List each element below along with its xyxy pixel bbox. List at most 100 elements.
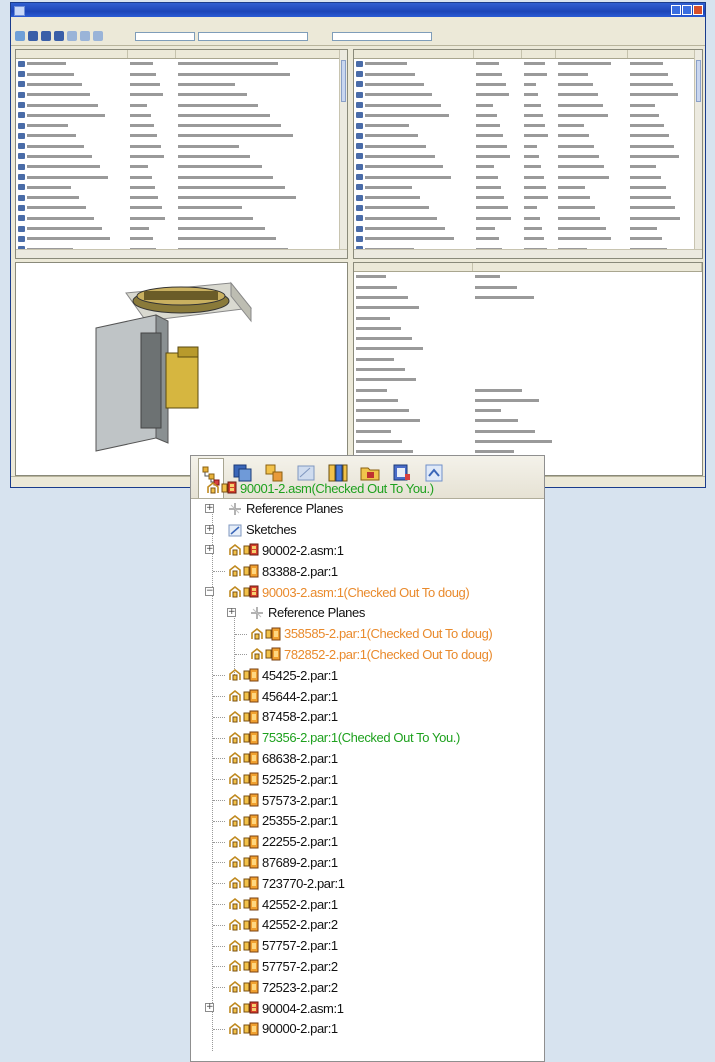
- grid-row[interactable]: [354, 141, 702, 151]
- property-row[interactable]: [354, 365, 702, 375]
- grid-row[interactable]: [16, 59, 347, 69]
- property-row[interactable]: [354, 313, 702, 323]
- horizontal-scrollbar[interactable]: [16, 249, 347, 258]
- property-row[interactable]: [354, 406, 702, 416]
- grid-row[interactable]: [354, 131, 702, 141]
- tree-node[interactable]: 83388-2.par:1: [213, 560, 338, 582]
- tree-node[interactable]: + Reference Planes: [227, 602, 365, 624]
- grid-row[interactable]: [16, 69, 347, 79]
- property-row[interactable]: [354, 303, 702, 313]
- horizontal-scrollbar[interactable]: [354, 249, 702, 258]
- tree-node[interactable]: 72523-2.par:2: [213, 976, 338, 998]
- grid-row[interactable]: [354, 80, 702, 90]
- expand-toggle[interactable]: +: [205, 503, 214, 513]
- grid-row[interactable]: [16, 131, 347, 141]
- maximize-button[interactable]: [682, 5, 692, 15]
- expand-toggle[interactable]: +: [205, 1003, 214, 1012]
- expand-toggle[interactable]: +: [227, 607, 236, 617]
- grid-row[interactable]: [16, 234, 347, 244]
- grid-row[interactable]: [354, 193, 702, 203]
- grid-row[interactable]: [16, 193, 347, 203]
- grid-row[interactable]: [16, 110, 347, 120]
- minimize-button[interactable]: [671, 5, 681, 15]
- grid-row[interactable]: [354, 183, 702, 193]
- property-row[interactable]: [354, 323, 702, 333]
- property-row[interactable]: [354, 293, 702, 303]
- close-button[interactable]: [693, 5, 703, 15]
- grid-row[interactable]: [16, 224, 347, 234]
- tree-node[interactable]: 90000-2.par:1: [213, 1018, 338, 1040]
- grid-row[interactable]: [16, 183, 347, 193]
- tree-node[interactable]: + Sketches: [205, 519, 297, 541]
- toolbar-icon[interactable]: [28, 31, 38, 41]
- property-row[interactable]: [354, 437, 702, 447]
- grid-row[interactable]: [16, 172, 347, 182]
- filter-combo[interactable]: [332, 31, 432, 41]
- tree-node[interactable]: 723770-2.par:1: [213, 872, 345, 894]
- property-row[interactable]: [354, 416, 702, 426]
- toolbar-icon[interactable]: [41, 31, 51, 41]
- property-row[interactable]: [354, 272, 702, 282]
- grid-row[interactable]: [16, 162, 347, 172]
- grid-row[interactable]: [354, 162, 702, 172]
- grid-row[interactable]: [16, 121, 347, 131]
- property-row[interactable]: [354, 344, 702, 354]
- property-row[interactable]: [354, 282, 702, 292]
- tree-node[interactable]: 782852-2.par:1(Checked Out To doug): [235, 643, 493, 665]
- toolbar-icon[interactable]: [93, 31, 103, 41]
- grid-row[interactable]: [16, 203, 347, 213]
- tree-node[interactable]: 57757-2.par:1: [213, 935, 338, 957]
- tree-node[interactable]: 68638-2.par:1: [213, 747, 338, 769]
- property-row[interactable]: [354, 385, 702, 395]
- expand-toggle[interactable]: +: [205, 545, 214, 555]
- tree-node[interactable]: 87458-2.par:1: [213, 706, 338, 728]
- vertical-scrollbar[interactable]: [339, 50, 347, 250]
- tree-node[interactable]: +90002-2.asm:1: [205, 539, 344, 561]
- tree-node[interactable]: − 90003-2.asm:1(Checked Out To doug): [205, 581, 470, 603]
- tree-node[interactable]: 57757-2.par:2: [213, 955, 338, 977]
- property-row[interactable]: [354, 426, 702, 436]
- tree-node[interactable]: 45644-2.par:1: [213, 685, 338, 707]
- grid-row[interactable]: [354, 110, 702, 120]
- grid-row[interactable]: [354, 152, 702, 162]
- grid-row[interactable]: [16, 213, 347, 223]
- collapse-toggle[interactable]: −: [205, 587, 214, 596]
- toolbar-icon[interactable]: [15, 31, 25, 41]
- search-combo[interactable]: [198, 31, 308, 41]
- grid-row[interactable]: [16, 100, 347, 110]
- property-row[interactable]: [354, 396, 702, 406]
- grid-row[interactable]: [354, 234, 702, 244]
- tree-node[interactable]: 45425-2.par:1: [213, 664, 338, 686]
- tree-node[interactable]: 22255-2.par:1: [213, 831, 338, 853]
- tree-node[interactable]: 87689-2.par:1: [213, 851, 338, 873]
- tree-node[interactable]: 90001-2.asm(Checked Out To You.): [205, 477, 434, 499]
- grid-row[interactable]: [16, 152, 347, 162]
- grid-row[interactable]: [354, 224, 702, 234]
- grid-row[interactable]: [354, 172, 702, 182]
- grid-row[interactable]: [354, 213, 702, 223]
- tree-node[interactable]: 52525-2.par:1: [213, 768, 338, 790]
- tree-node[interactable]: 75356-2.par:1(Checked Out To You.): [213, 727, 460, 749]
- toolbar-icon[interactable]: [80, 31, 90, 41]
- property-row[interactable]: [354, 354, 702, 364]
- grid-row[interactable]: [16, 80, 347, 90]
- tree-node[interactable]: 42552-2.par:1: [213, 893, 338, 915]
- toolbar-icon[interactable]: [54, 31, 64, 41]
- expand-toggle[interactable]: +: [205, 524, 214, 534]
- tree-node[interactable]: 57573-2.par:1: [213, 789, 338, 811]
- property-row[interactable]: [354, 375, 702, 385]
- vertical-scrollbar[interactable]: [694, 50, 702, 250]
- grid-row[interactable]: [354, 69, 702, 79]
- tree-node[interactable]: 42552-2.par:2: [213, 914, 338, 936]
- tree-node[interactable]: 358585-2.par:1(Checked Out To doug): [235, 623, 493, 645]
- view-combo[interactable]: [135, 31, 195, 41]
- grid-row[interactable]: [354, 90, 702, 100]
- grid-row[interactable]: [354, 100, 702, 110]
- tree-node[interactable]: + Reference Planes: [205, 498, 343, 520]
- grid-row[interactable]: [354, 121, 702, 131]
- grid-row[interactable]: [16, 90, 347, 100]
- tree-node[interactable]: +90004-2.asm:1: [205, 997, 344, 1019]
- toolbar-icon[interactable]: [67, 31, 77, 41]
- tree-node[interactable]: 25355-2.par:1: [213, 810, 338, 832]
- grid-row[interactable]: [16, 141, 347, 151]
